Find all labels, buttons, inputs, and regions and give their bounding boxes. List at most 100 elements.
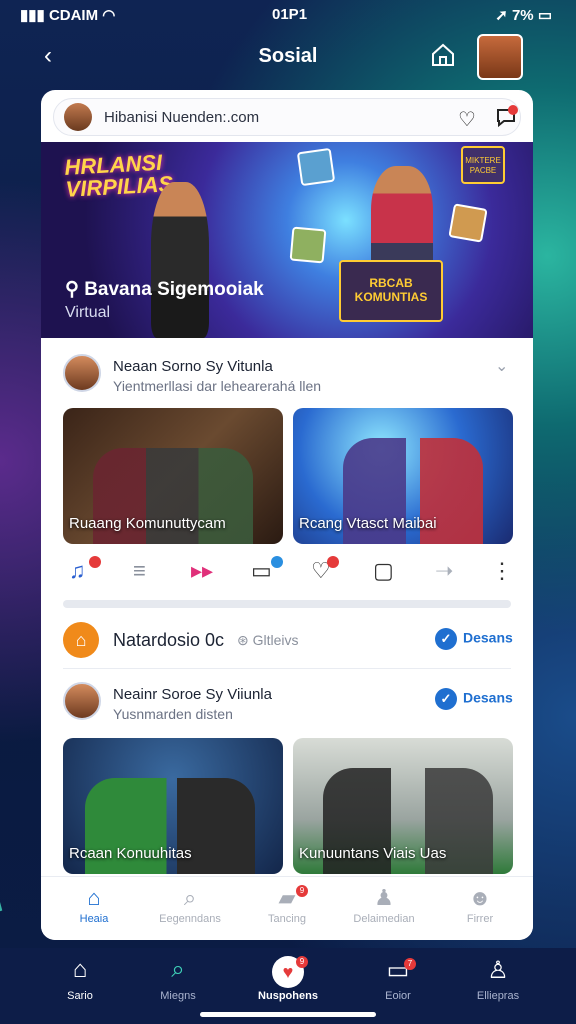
hero-location: ⚲ Bavana Sigemooiak <box>65 279 264 300</box>
hero-logo: HRLANSI VIRPILIAS <box>64 150 174 202</box>
follow-label: Desans <box>463 629 513 646</box>
tab-label: Heaia <box>79 913 109 925</box>
chat-icon: ▭ <box>386 957 410 984</box>
notification-badge <box>89 556 101 568</box>
hero-photo-tile <box>296 147 336 187</box>
message-icon[interactable] <box>494 105 518 129</box>
status-bar: ▮▮▮ CDAIM ◠ 01P1 ➚ 7% ▭ <box>0 0 576 30</box>
nav-search[interactable]: ⌕ Miegns <box>128 956 228 1002</box>
card-icon[interactable]: ▭ <box>251 558 272 584</box>
tab-label: Delaimedian <box>353 913 415 925</box>
notification-badge: 9 <box>296 956 308 968</box>
nav-label: Elliepras <box>476 990 520 1002</box>
notification-badge: 7 <box>404 958 416 970</box>
group-name[interactable]: Natardosio 0c <box>113 630 224 651</box>
music-icon[interactable]: ♫ <box>69 558 86 584</box>
post-action-bar: ♫ ≡ ▸▸ ▭ ♡ ▢ ➝ ⋮ <box>59 556 519 588</box>
home-icon: ⌂ <box>72 956 88 983</box>
post-thumbnail[interactable]: Kunuuntans Viais Uas <box>293 738 513 874</box>
nav-chat[interactable]: ▭ 7 Eoior <box>348 956 448 1002</box>
tab-chat[interactable]: ▰ 9 Tancing <box>238 885 336 925</box>
hero-person-left <box>151 182 209 338</box>
tab-user[interactable]: ♟ Delaimedian <box>335 885 433 925</box>
address-text: Hibanisi Nuenden:.com <box>104 109 260 126</box>
carrier-label: ▮▮▮ CDAIM ◠ <box>20 7 116 24</box>
notification-badge: 9 <box>296 885 308 897</box>
profile-avatar[interactable] <box>477 34 523 80</box>
thumbnail-caption: Kunuuntans Viais Uas <box>299 845 447 862</box>
battery-text: 7% <box>511 7 534 24</box>
divider <box>63 668 511 669</box>
nav-label: Nuspohens <box>258 990 318 1002</box>
hero-photo-tile <box>448 203 488 243</box>
user-icon: ♙ <box>487 957 509 984</box>
tab-label: Tancing <box>268 913 306 925</box>
hero-banner[interactable]: HRLANSI VIRPILIAS MIKTERE PACBE RBCAB KOM… <box>41 142 533 338</box>
follow-label: Desans <box>463 689 513 706</box>
post-author[interactable]: Neainr Soroe Sy Viiunla <box>113 686 272 703</box>
user-icon: ♟ <box>374 885 394 910</box>
divider <box>63 600 511 608</box>
tab-profile[interactable]: ☻ Firrer <box>431 885 529 925</box>
nav-label: Sario <box>67 990 93 1002</box>
avatar <box>64 103 92 131</box>
play-icon[interactable]: ▸▸ <box>191 558 213 584</box>
notification-badge <box>271 556 283 568</box>
chat-icon: ▰ <box>278 885 296 910</box>
notification-badge <box>327 556 339 568</box>
post-subtitle: Yientmerllasi dar lehearerahá llen <box>113 378 322 394</box>
thumbnail-caption: Rcaan Konuuhitas <box>69 845 192 862</box>
group-icon[interactable]: ⌂ <box>63 622 99 658</box>
hero-logo-line2: VIRPILIAS <box>64 171 174 202</box>
carrier-text: CDAIM <box>48 7 99 24</box>
post-subtitle: Yusnmarden disten <box>113 706 233 722</box>
tab-label: Firrer <box>466 913 494 925</box>
search-icon: ⌕ <box>183 885 197 910</box>
home-icon[interactable] <box>430 42 456 68</box>
group-tag-text: Gltleivs <box>252 632 299 648</box>
nav-center[interactable]: ♥ 9 Nuspohens <box>238 956 338 1002</box>
share-icon[interactable]: ➝ <box>435 558 453 584</box>
follow-button[interactable]: ✓ Desans <box>435 628 513 650</box>
heart-icon: ♥ <box>238 956 338 988</box>
square-icon[interactable]: ▢ <box>373 558 394 584</box>
check-icon: ✓ <box>435 688 457 710</box>
address-bar[interactable]: Hibanisi Nuenden:.com ♡ <box>53 98 521 136</box>
post-thumbnail[interactable]: Rcaan Konuuhitas <box>63 738 283 874</box>
hero-banner-sign: MIKTERE PACBE <box>461 146 505 184</box>
tab-home[interactable]: ⌂ Heaia <box>45 885 143 925</box>
tab-label: Eegenndans <box>159 913 221 925</box>
hero-stage-box: RBCAB KOMUNTIAS <box>339 260 443 322</box>
tab-search[interactable]: ⌕ Eegenndans <box>141 885 239 925</box>
avatar[interactable] <box>63 354 101 392</box>
post-author[interactable]: Neaan Sorno Sy Vitunla <box>113 358 273 375</box>
nav-home[interactable]: ⌂ Sario <box>30 956 130 1002</box>
check-icon: ✓ <box>435 628 457 650</box>
post-thumbnail[interactable]: Rcang Vtasct Maibai <box>293 408 513 544</box>
nav-label: Eoior <box>385 990 411 1002</box>
avatar[interactable] <box>63 682 101 720</box>
hero-photo-tile <box>289 226 327 264</box>
main-card: Hibanisi Nuenden:.com ♡ HRLANSI VIRPILIAS… <box>41 90 533 940</box>
thumbnail-caption: Ruaang Komunuttycam <box>69 515 226 532</box>
group-tag: ⊛ Gltleivs <box>237 632 299 648</box>
battery-indicator: ➚ 7% ▭ <box>495 7 552 24</box>
home-indicator[interactable] <box>200 1012 376 1017</box>
home-icon: ⌂ <box>87 885 101 910</box>
clock: 01P1 <box>272 6 308 23</box>
list-icon[interactable]: ≡ <box>133 558 146 584</box>
heart-icon[interactable]: ♡ <box>458 107 476 132</box>
thumbnail-caption: Rcang Vtasct Maibai <box>299 515 437 532</box>
post-thumbnail[interactable]: Ruaang Komunuttycam <box>63 408 283 544</box>
follow-button[interactable]: ✓ Desans <box>435 688 513 710</box>
nav-user[interactable]: ♙ Elliepras <box>448 956 548 1002</box>
hero-location-text: Bavana Sigemooiak <box>84 279 264 300</box>
nav-label: Miegns <box>160 990 196 1002</box>
hero-subtitle: Virtual <box>65 304 111 321</box>
tab-bar: ⌂ Heaia ⌕ Eegenndans ▰ 9 Tancing ♟ Delai… <box>41 876 533 940</box>
app-header: ‹ Sosial <box>0 34 576 80</box>
profile-icon: ☻ <box>468 885 492 910</box>
more-icon[interactable]: ⋮ <box>491 558 513 584</box>
chevron-down-icon[interactable]: ⌄ <box>495 356 508 376</box>
search-icon: ⌕ <box>171 956 185 983</box>
